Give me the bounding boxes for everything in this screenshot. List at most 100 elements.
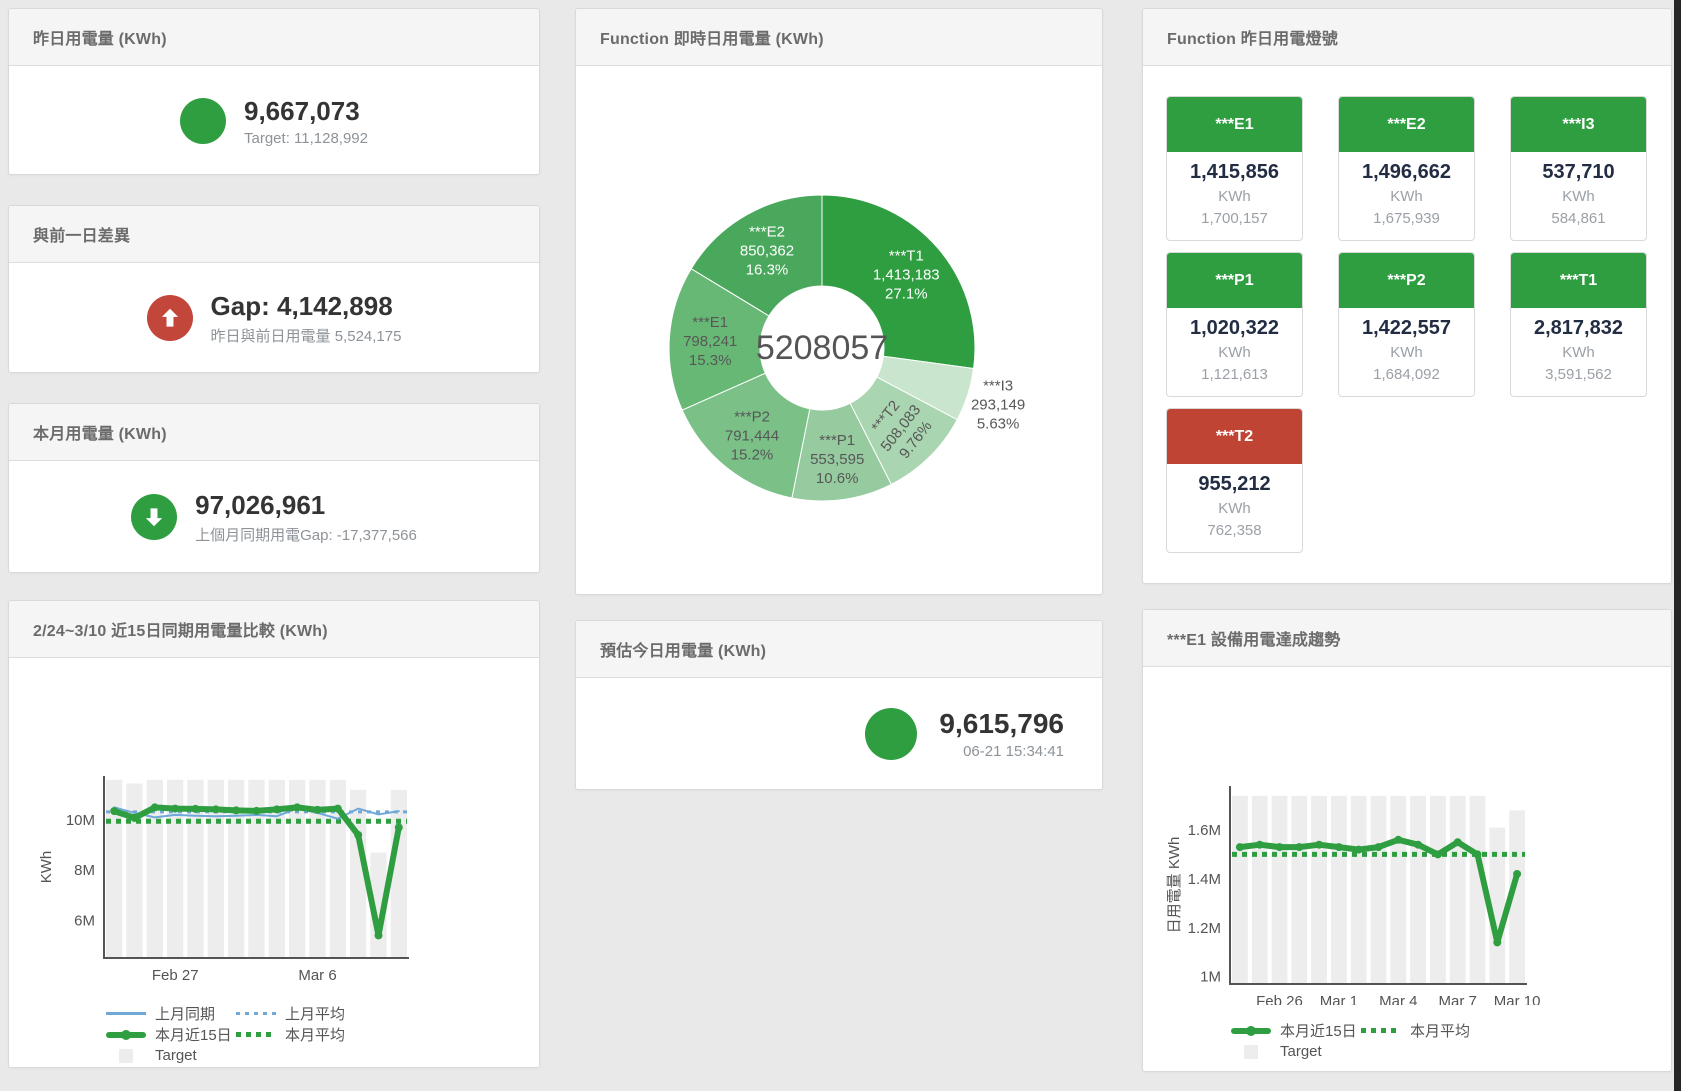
tile-body: 1,496,662KWh1,675,939: [1339, 152, 1474, 240]
legend-swatch-icon: [236, 1012, 276, 1015]
donut-slice-label: ***P2: [734, 408, 770, 425]
legend-swatch-icon: [236, 1032, 276, 1037]
lights-tiles-grid: ***E11,415,856KWh1,700,157***E21,496,662…: [1143, 66, 1671, 553]
svg-text:Mar 7: Mar 7: [1439, 993, 1477, 1005]
panel-estimate-header[interactable]: 預估今日用電量 (KWh): [576, 621, 1102, 678]
light-tile-T2: ***T2955,212KWh762,358: [1166, 408, 1303, 553]
light-tile-E1: ***E11,415,856KWh1,700,157: [1166, 96, 1303, 241]
legend-label: 上月平均: [285, 1003, 345, 1024]
donut-slice-label: 5.63%: [977, 416, 1020, 433]
tile-value: 955,212: [1169, 471, 1300, 497]
tile-body: 1,020,322KWh1,121,613: [1167, 308, 1302, 396]
tile-target: 3,591,562: [1513, 364, 1644, 386]
svg-text:1.4M: 1.4M: [1188, 871, 1221, 888]
panel-realtime-donut: Function 即時日用電量 (KWh) ***T11,413,18327.1…: [575, 8, 1103, 595]
tile-label: ***P1: [1167, 253, 1302, 308]
tile-value: 1,496,662: [1341, 159, 1472, 185]
donut-slice-label: 15.3%: [689, 352, 732, 369]
legend-label: 本月近15日: [1280, 1020, 1357, 1041]
scrollbar[interactable]: [1674, 0, 1681, 1091]
donut-slice-label: ***I3: [983, 378, 1013, 395]
panel-gap-prev-day: 與前一日差異 Gap: 4,142,898 昨日與前日用電量 5,524,175: [8, 205, 540, 373]
panel-title: 本月用電量 (KWh): [33, 420, 167, 444]
legend-label: 上月同期: [155, 1003, 215, 1024]
yesterday-usage-target: Target: 11,128,992: [244, 130, 368, 147]
svg-text:Mar 6: Mar 6: [298, 967, 336, 984]
svg-text:Mar 4: Mar 4: [1379, 993, 1417, 1005]
light-tile-E2: ***E21,496,662KWh1,675,939: [1338, 96, 1475, 241]
legend-label: 本月平均: [1410, 1020, 1470, 1041]
tile-unit: KWh: [1341, 185, 1472, 208]
tile-value: 1,422,557: [1341, 315, 1472, 341]
today-estimate-value: 9,615,796: [939, 708, 1064, 740]
legend-swatch-icon: [1231, 1028, 1271, 1034]
donut-chart[interactable]: ***T11,413,18327.1%***I3293,1495.63%***T…: [576, 66, 1102, 594]
legend-item[interactable]: 本月平均: [236, 1024, 345, 1045]
svg-text:1.6M: 1.6M: [1188, 822, 1221, 839]
light-tile-P2: ***P21,422,557KWh1,684,092: [1338, 252, 1475, 397]
light-tile-T1: ***T12,817,832KWh3,591,562: [1510, 252, 1647, 397]
compare-chart-legend: 上月同期 上月平均本月近15日 本月平均 Target: [106, 1003, 539, 1066]
svg-text:10M: 10M: [66, 812, 95, 829]
e1-trend-legend: 本月近15日 本月平均 Target: [1231, 1020, 1671, 1062]
panel-e1-trend-header[interactable]: ***E1 設備用電達成趨勢: [1143, 610, 1671, 667]
tile-body: 2,817,832KWh3,591,562: [1511, 308, 1646, 396]
gap-value: Gap: 4,142,898: [211, 290, 402, 322]
donut-slice-label: ***P1: [819, 432, 855, 449]
tile-label: ***T1: [1511, 253, 1646, 308]
tile-body: 1,422,557KWh1,684,092: [1339, 308, 1474, 396]
panel-title: Function 昨日用電燈號: [1167, 25, 1338, 49]
panel-month-usage: 本月用電量 (KWh) 97,026,961 上個月同期用電Gap: -17,3…: [8, 403, 540, 573]
tile-label: ***E1: [1167, 97, 1302, 152]
panel-today-estimate: 預估今日用電量 (KWh) 9,615,796 06-21 15:34:41: [575, 620, 1103, 790]
legend-item[interactable]: Target: [106, 1047, 197, 1064]
legend-item[interactable]: 本月平均: [1361, 1020, 1470, 1041]
yesterday-usage-value: 9,667,073: [244, 95, 368, 127]
legend-label: 本月近15日: [155, 1024, 232, 1045]
panel-title: 與前一日差異: [33, 222, 130, 246]
legend-item[interactable]: 上月平均: [236, 1003, 345, 1024]
tile-target: 1,684,092: [1341, 364, 1472, 386]
tile-unit: KWh: [1169, 341, 1300, 364]
panel-month-header[interactable]: 本月用電量 (KWh): [9, 404, 539, 461]
donut-slice-label: ***T1: [889, 247, 924, 264]
tile-unit: KWh: [1169, 185, 1300, 208]
tile-target: 584,861: [1513, 208, 1644, 230]
panel-compare-header[interactable]: 2/24~3/10 近15日同期用電量比較 (KWh): [9, 601, 539, 658]
svg-text:6M: 6M: [74, 912, 95, 929]
dashboard: 昨日用電量 (KWh) 9,667,073 Target: 11,128,992…: [0, 0, 1681, 1091]
legend-item[interactable]: Target: [1231, 1043, 1322, 1060]
svg-text:日用電量 KWh: 日用電量 KWh: [1166, 837, 1183, 934]
panel-lights-header[interactable]: Function 昨日用電燈號: [1143, 9, 1671, 66]
legend-item[interactable]: 本月近15日: [1231, 1020, 1361, 1041]
tile-label: ***I3: [1511, 97, 1646, 152]
legend-label: Target: [1280, 1043, 1322, 1060]
month-usage-gap: 上個月同期用電Gap: -17,377,566: [195, 524, 417, 545]
tile-body: 1,415,856KWh1,700,157: [1167, 152, 1302, 240]
svg-text:KWh: KWh: [38, 851, 55, 884]
panel-yesterday-header[interactable]: 昨日用電量 (KWh): [9, 9, 539, 66]
panel-donut-header[interactable]: Function 即時日用電量 (KWh): [576, 9, 1102, 66]
donut-slice-label: 850,362: [740, 242, 794, 259]
svg-text:Feb 27: Feb 27: [152, 967, 199, 984]
donut-slice-label: 27.1%: [885, 285, 928, 302]
tile-unit: KWh: [1513, 341, 1644, 364]
legend-swatch-icon: [106, 1032, 146, 1038]
tile-value: 2,817,832: [1513, 315, 1644, 341]
status-circle-green: [865, 708, 917, 760]
tile-label: ***T2: [1167, 409, 1302, 464]
donut-slice-label: 15.2%: [731, 446, 774, 463]
svg-text:8M: 8M: [74, 862, 95, 879]
legend-swatch-icon: [106, 1012, 146, 1015]
panel-gap-header[interactable]: 與前一日差異: [9, 206, 539, 263]
status-circle-green: [180, 98, 226, 144]
tile-value: 1,415,856: [1169, 159, 1300, 185]
legend-item[interactable]: 上月同期: [106, 1003, 236, 1024]
legend-item[interactable]: 本月近15日: [106, 1024, 236, 1045]
legend-swatch-icon: [1231, 1045, 1271, 1059]
tile-label: ***E2: [1339, 97, 1474, 152]
today-estimate-timestamp: 06-21 15:34:41: [939, 743, 1064, 760]
tile-body: 537,710KWh584,861: [1511, 152, 1646, 240]
donut-slice-label: 293,149: [971, 397, 1025, 414]
legend-label: 本月平均: [285, 1024, 345, 1045]
